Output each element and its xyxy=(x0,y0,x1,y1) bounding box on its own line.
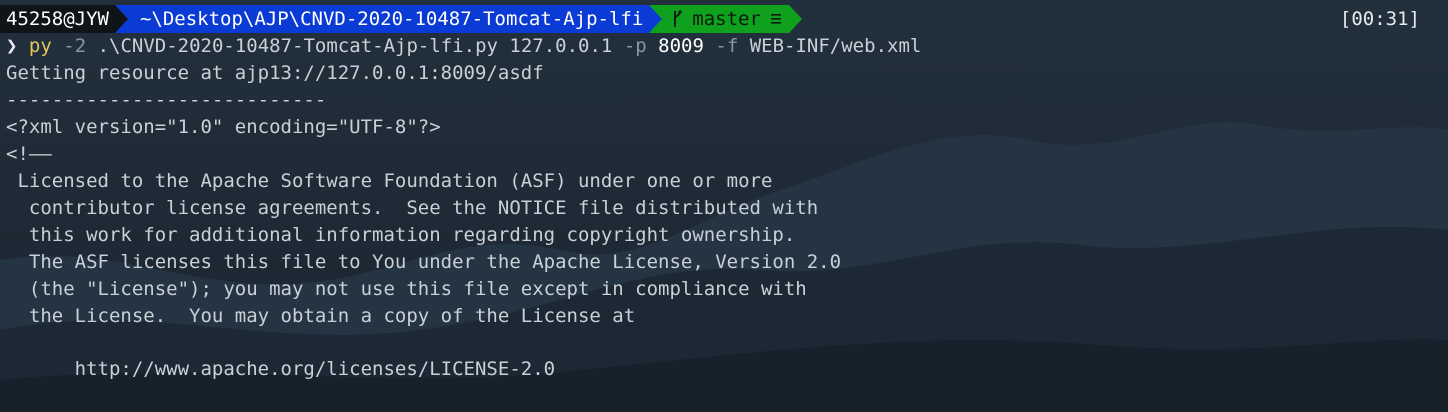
output-line: (the "License"); you may not use this fi… xyxy=(6,278,807,300)
output-line: ---------------------------- xyxy=(6,89,327,111)
prompt-separator xyxy=(788,5,802,33)
prompt-git-segment: master xyxy=(662,5,789,33)
command-port: 8009 xyxy=(658,35,704,57)
prompt-bar: 45258@JYW ~\Desktop\AJP\CNVD-2020-10487-… xyxy=(0,5,802,33)
output-line: <?xml version="1.0" encoding="UTF-8"?> xyxy=(6,116,441,138)
command-line[interactable]: ❯ py -2 .\CNVD-2020-10487-Tomcat-Ajp-lfi… xyxy=(6,33,921,59)
command-flag: -p xyxy=(623,35,647,57)
prompt-user-host: 45258@JYW xyxy=(0,5,115,33)
output-line: contributor license agreements. See the … xyxy=(6,197,819,219)
output-line: Getting resource at ajp13://127.0.0.1:80… xyxy=(6,62,544,84)
command-file: WEB-INF/web.xml xyxy=(749,35,922,57)
prompt-clock: [00:31] xyxy=(1339,8,1420,30)
git-branch-name: master xyxy=(692,8,761,30)
stack-icon xyxy=(770,14,781,24)
command-flag: -2 xyxy=(63,35,87,57)
output-line: The ASF licenses this file to You under … xyxy=(6,251,842,273)
output-line: http://www.apache.org/licenses/LICENSE-2… xyxy=(6,358,556,380)
command-flag: -f xyxy=(715,35,739,57)
prompt-path: ~\Desktop\AJP\CNVD-2020-10487-Tomcat-Ajp… xyxy=(127,5,650,33)
output-line: the License. You may obtain a copy of th… xyxy=(6,305,636,327)
prompt-separator xyxy=(114,5,128,33)
git-branch-icon xyxy=(674,10,682,27)
output-line: <!—— xyxy=(6,143,52,165)
output-line: this work for additional information reg… xyxy=(6,224,796,246)
command-program: py xyxy=(28,35,52,57)
prompt-separator xyxy=(649,5,663,33)
prompt-caret: ❯ xyxy=(6,35,18,57)
output-line: Licensed to the Apache Software Foundati… xyxy=(6,170,773,192)
command-host: 127.0.0.1 xyxy=(509,35,613,57)
command-script: .\CNVD-2020-10487-Tomcat-Ajp-lfi.py xyxy=(97,35,498,57)
